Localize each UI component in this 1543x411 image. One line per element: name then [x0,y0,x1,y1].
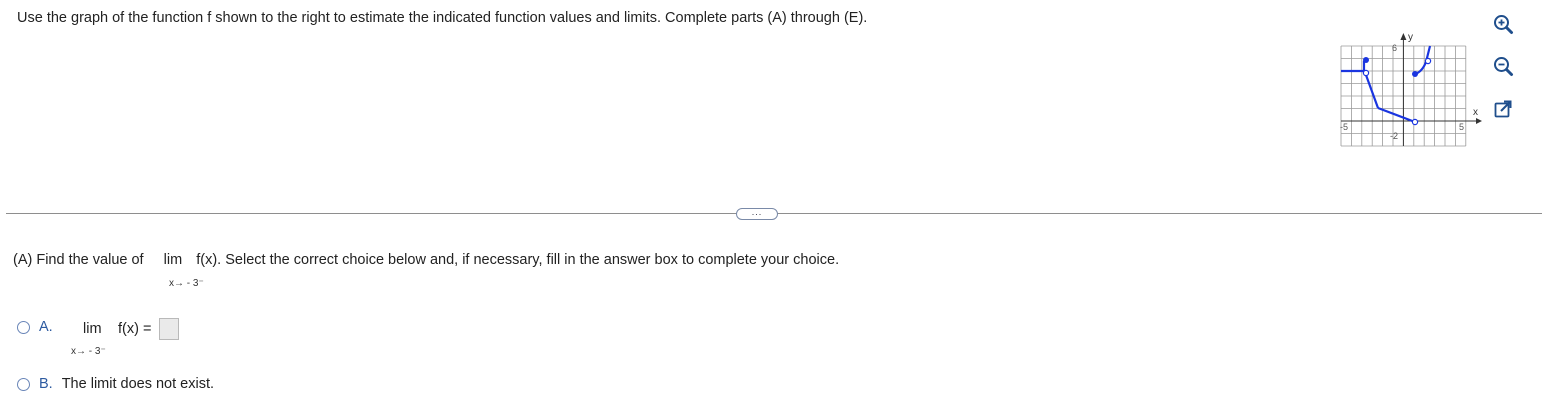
instructions-text: Use the graph of the function f shown to… [17,10,868,26]
question-prefix: (A) Find the value of [13,252,144,268]
open-point [1362,69,1370,77]
zoom-in-icon [1494,15,1513,34]
y-axis-arrow [1400,33,1407,40]
y-tick-label: -2 [1390,131,1398,141]
choice-a-radio[interactable] [17,320,30,334]
function-graph[interactable]: y x 6 -2 -5 5 [1336,26,1486,154]
zoom-in-button[interactable] [1490,11,1516,37]
choice-a-expr: f(x) = [118,321,152,337]
closed-point [1412,71,1418,77]
question-suffix: Select the correct choice below and, if … [225,252,840,268]
open-point [1411,118,1419,126]
choice-b[interactable]: B. The limit does not exist. [17,376,214,392]
closed-point [1363,57,1369,63]
lim-expression: f(x). [196,252,222,268]
x-axis-arrow [1476,118,1482,124]
popout-button[interactable] [1490,96,1516,122]
x-tick-label: -5 [1340,122,1348,132]
x-tick-label: 5 [1459,122,1464,132]
choice-b-radio[interactable] [17,377,30,391]
choice-a-letter: A. [39,319,53,335]
choice-a-subscript: x→ - 3⁻ [71,346,106,357]
zoom-out-button[interactable] [1490,53,1516,79]
choice-b-letter: B. [39,376,53,392]
choice-a[interactable]: A. [17,319,53,335]
function-curve [1341,45,1432,124]
x-axis-label: x [1473,107,1478,118]
lim-subscript: x→ - 3⁻ [169,278,204,289]
external-link-icon [1494,100,1512,118]
open-point [1424,57,1432,65]
lim-word: lim [163,252,183,268]
choice-a-lim: lim [83,321,102,337]
y-axis-label: y [1408,32,1413,43]
y-tick-label: 6 [1392,43,1397,53]
zoom-out-icon [1494,57,1513,76]
part-a-question: (A) Find the value of lim f(x). Select t… [13,252,839,268]
choice-b-text: The limit does not exist. [61,376,215,392]
more-button[interactable]: ... [736,208,778,220]
choice-a-answer-box[interactable] [159,318,179,340]
